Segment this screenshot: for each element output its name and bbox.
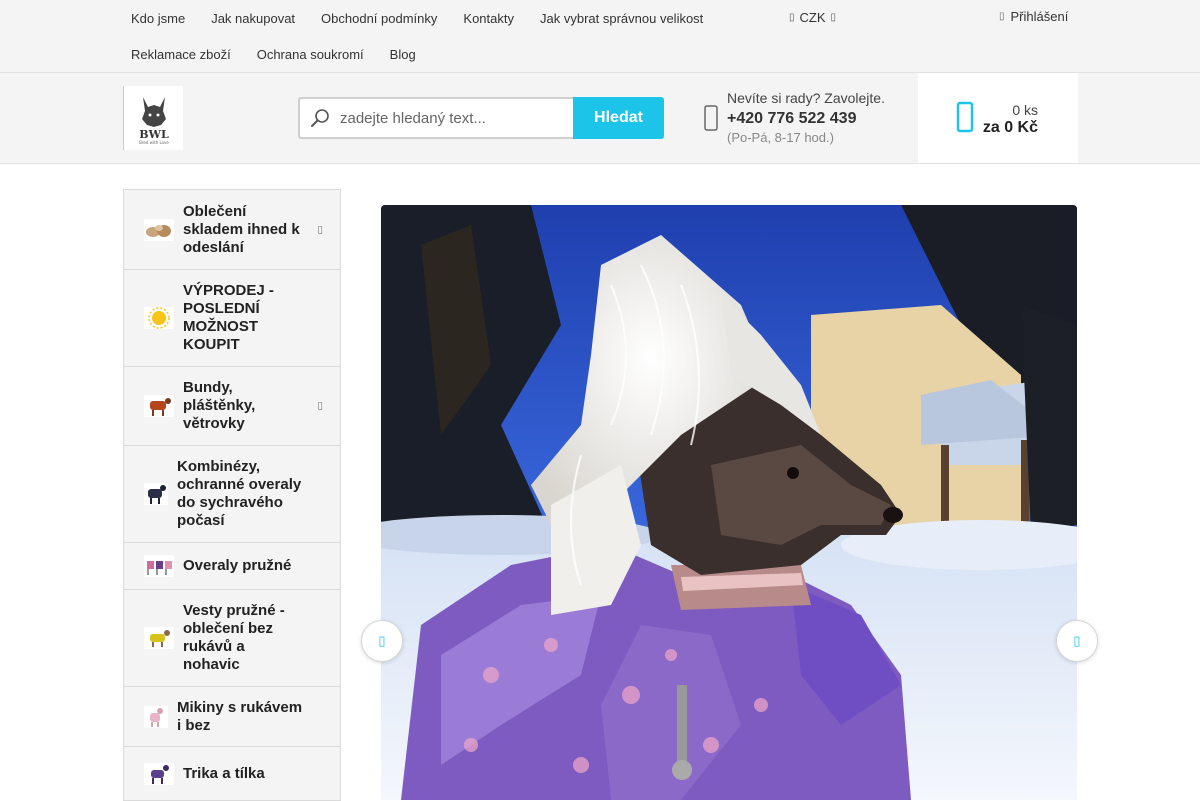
header: BWL Bred with Love Hledat Nevíte si rady…: [0, 73, 1200, 164]
top-bar: Kdo jsme Jak nakupovat Obchodní podmínky…: [0, 0, 1200, 73]
nav-link-how-to-shop[interactable]: Jak nakupovat: [198, 11, 308, 26]
category-thumb-icon: [144, 483, 168, 505]
sidebar-item-label: Bundy, pláštěnky, větrovky: [183, 379, 256, 432]
cart-price: za 0 Kč: [982, 119, 1038, 136]
search-bar: Hledat: [298, 97, 664, 139]
search-button[interactable]: Hledat: [573, 97, 664, 139]
cart-icon: [956, 101, 974, 133]
category-thumb-icon: [144, 218, 174, 241]
site-logo[interactable]: BWL Bred with Love: [123, 86, 183, 150]
sidebar-item-label: VÝPRODEJ - POSLEDNÍ MOŽNOST KOUPIT: [183, 282, 274, 353]
login-link[interactable]: ▯ Přihlášení: [999, 9, 1068, 24]
sidebar-item-overalls-stretch[interactable]: Overaly pružné: [124, 543, 340, 590]
chevron-right-icon: ▯: [317, 224, 323, 235]
logo-subtext: Bred with Love: [139, 140, 169, 145]
sidebar-item-sale[interactable]: VÝPRODEJ - POSLEDNÍ MOŽNOST KOUPIT: [124, 270, 340, 367]
logo-dog-icon: BWL Bred with Love: [139, 97, 169, 145]
sidebar-item-jackets[interactable]: Bundy, pláštěnky, větrovky ▯: [124, 367, 340, 446]
chevron-right-icon: ▯: [1073, 633, 1081, 648]
slider-prev-button[interactable]: ▯: [361, 620, 403, 662]
help-phone-number[interactable]: +420 776 522 439: [727, 110, 856, 128]
sidebar-item-vests[interactable]: Vesty pružné - oblečení bez rukávů a noh…: [124, 590, 340, 687]
sidebar-item-tshirts[interactable]: Trika a tílka: [124, 747, 340, 801]
sidebar-item-label: Kombinézy, ochranné overaly do sychravéh…: [177, 458, 302, 529]
category-thumb-icon: [144, 395, 174, 417]
currency-glyph-icon: ▯: [789, 12, 795, 23]
user-icon: ▯: [999, 11, 1005, 22]
nav-link-blog[interactable]: Blog: [377, 47, 429, 62]
sidebar-item-label: Oblečení skladem ihned k odeslání: [183, 202, 300, 256]
search-icon: [311, 109, 329, 127]
chevron-right-icon: ▯: [317, 400, 323, 412]
login-label: Přihlášení: [1010, 9, 1069, 24]
sun-icon: [144, 307, 174, 329]
sidebar-item-label: Vesty pružné - oblečení bez rukávů a noh…: [183, 602, 285, 673]
category-thumb-icon: [144, 627, 174, 649]
nav-link-returns[interactable]: Reklamace zboží: [118, 47, 244, 62]
sidebar-item-hoodies[interactable]: Mikiny s rukávem i bez: [124, 687, 340, 747]
chevron-left-icon: ▯: [378, 633, 386, 648]
slider-next-button[interactable]: ▯: [1056, 620, 1098, 662]
nav-link-contacts[interactable]: Kontakty: [450, 11, 527, 26]
search-input[interactable]: [340, 99, 568, 137]
sidebar-item-label: Overaly pružné: [183, 557, 292, 574]
top-nav-row-2: Reklamace zboží Ochrana soukromí Blog: [118, 36, 758, 72]
chevron-down-icon: ▯: [830, 12, 837, 23]
hero-image-dog-in-snow: [381, 205, 1077, 800]
cart-widget[interactable]: 0 ks za 0 Kč: [918, 73, 1078, 163]
hero-slider: [381, 205, 1077, 800]
cart-count: 0 ks: [1012, 102, 1038, 118]
category-sidebar: Oblečení skladem ihned k odeslání ▯ VÝPR…: [123, 189, 341, 801]
category-thumb-icon: [144, 705, 168, 728]
nav-link-size-guide[interactable]: Jak vybrat správnou velikost: [527, 11, 716, 26]
currency-selector[interactable]: ▯ CZK ▯: [789, 10, 836, 25]
currency-value: CZK: [799, 10, 826, 25]
sidebar-item-overalls-protective[interactable]: Kombinézy, ochranné overaly do sychravéh…: [124, 446, 340, 543]
phone-icon: [704, 105, 718, 131]
sidebar-item-label: Trika a tílka: [183, 764, 265, 782]
sidebar-item-label: Mikiny s rukávem i bez: [177, 698, 303, 734]
help-hours: (Po-Pá, 8-17 hod.): [727, 130, 834, 145]
category-thumb-icon: [144, 555, 174, 577]
help-question: Nevíte si rady? Zavolejte.: [727, 90, 885, 106]
top-nav-row-1: Kdo jsme Jak nakupovat Obchodní podmínky…: [118, 0, 758, 36]
nav-link-privacy[interactable]: Ochrana soukromí: [244, 47, 377, 62]
search-field-wrap: [298, 97, 573, 139]
top-navigation: Kdo jsme Jak nakupovat Obchodní podmínky…: [118, 0, 758, 72]
nav-link-terms[interactable]: Obchodní podmínky: [308, 11, 450, 26]
nav-link-about[interactable]: Kdo jsme: [118, 11, 198, 26]
category-thumb-icon: [144, 762, 174, 785]
sidebar-item-in-stock[interactable]: Oblečení skladem ihned k odeslání ▯: [124, 190, 340, 270]
